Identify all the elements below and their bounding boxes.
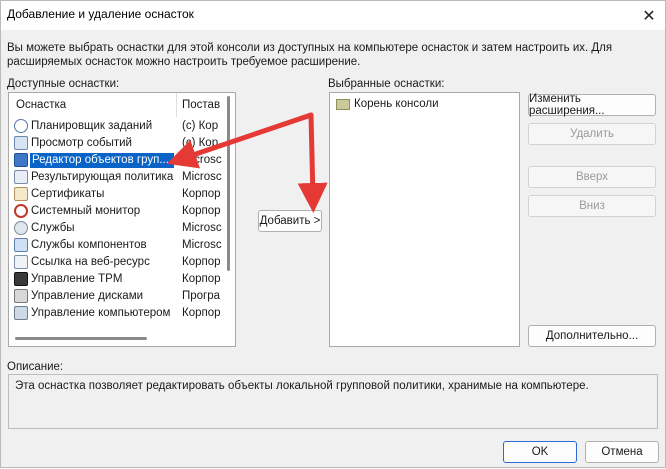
item-vendor: Корпор (182, 307, 221, 319)
item-name: Планировщик заданий (31, 120, 153, 132)
snapin-rows: Планировщик заданий (c) Кор Просмотр соб… (9, 118, 235, 322)
list-item[interactable]: Управление TPM Корпор (9, 271, 235, 288)
list-item[interactable]: Ссылка на веб-ресурс Корпор (9, 254, 235, 271)
move-down-button[interactable]: Вниз (528, 195, 656, 217)
certificate-icon (14, 187, 28, 201)
dialog-window: Добавление и удаление оснасток ✕ Вы може… (0, 0, 666, 468)
list-item[interactable]: Сертификаты Корпор (9, 186, 235, 203)
item-vendor: Microsc (182, 171, 222, 183)
list-item[interactable]: Планировщик заданий (c) Кор (9, 118, 235, 135)
list-vertical-scrollbar[interactable] (227, 96, 230, 271)
computer-icon (14, 306, 28, 320)
cancel-button[interactable]: Отмена (585, 441, 659, 463)
description-text: Эта оснастка позволяет редактировать объ… (15, 380, 589, 392)
description-label: Описание: (7, 361, 64, 373)
policy-editor-icon (14, 153, 28, 167)
item-name: Редактор объектов груп... (30, 153, 174, 168)
available-snapins-label: Доступные оснастки: (7, 78, 120, 90)
description-box: Эта оснастка позволяет редактировать объ… (8, 374, 658, 429)
item-name: Результирующая политика (31, 171, 174, 183)
list-item[interactable]: Управление дисками Програ (9, 288, 235, 305)
item-vendor: Microsc (182, 154, 222, 166)
item-vendor: (c) Кор (182, 137, 219, 149)
close-icon[interactable]: ✕ (633, 1, 665, 30)
components-icon (14, 238, 28, 252)
intro-text: Вы можете выбрать оснастки для этой конс… (7, 42, 613, 68)
services-icon (14, 221, 28, 235)
item-vendor: Microsc (182, 222, 222, 234)
selected-snapins-tree[interactable]: Корень консоли (329, 92, 520, 347)
item-name: Управление компьютером (31, 307, 171, 319)
clock-icon (14, 119, 28, 133)
list-item[interactable]: Системный монитор Корпор (9, 203, 235, 220)
folder-icon (336, 99, 350, 110)
list-item[interactable]: Просмотр событий (c) Кор (9, 135, 235, 152)
window-title: Добавление и удаление оснасток (7, 7, 194, 21)
list-item[interactable]: Службы Microsc (9, 220, 235, 237)
list-item[interactable]: Управление компьютером Корпор (9, 305, 235, 322)
item-name: Управление TPM (31, 273, 123, 285)
advanced-button[interactable]: Дополнительно... (528, 325, 656, 347)
list-item[interactable]: Службы компонентов Microsc (9, 237, 235, 254)
list-item-selected[interactable]: Редактор объектов груп... Microsc (9, 152, 235, 169)
remove-button[interactable]: Удалить (528, 123, 656, 145)
item-name: Службы (31, 222, 75, 234)
list-item[interactable]: Результирующая политика Microsc (9, 169, 235, 186)
event-viewer-icon (14, 136, 28, 150)
rsop-icon (14, 170, 28, 184)
disk-icon (14, 289, 28, 303)
selected-snapins-label: Выбранные оснастки: (328, 78, 445, 90)
column-header-snapin[interactable]: Оснастка (9, 93, 177, 117)
item-vendor: (c) Кор (182, 120, 219, 132)
item-name: Сертификаты (31, 188, 105, 200)
annotation-arrow-down (297, 112, 328, 213)
item-vendor: Microsc (182, 239, 222, 251)
move-up-button[interactable]: Вверх (528, 166, 656, 188)
list-horizontal-scrollbar[interactable] (15, 337, 147, 340)
item-vendor: Корпор (182, 273, 221, 285)
item-name: Просмотр событий (31, 137, 132, 149)
list-header: Оснастка Постав (9, 93, 235, 117)
item-vendor: Корпор (182, 205, 221, 217)
item-name: Системный монитор (31, 205, 141, 217)
add-button[interactable]: Добавить > (258, 210, 322, 232)
monitor-icon (14, 204, 28, 218)
item-vendor: Програ (182, 290, 221, 302)
item-name: Службы компонентов (31, 239, 147, 251)
edit-extensions-button[interactable]: Изменить расширения... (528, 93, 656, 117)
title-bar: Добавление и удаление оснасток ✕ (1, 1, 665, 30)
item-name: Ссылка на веб-ресурс (31, 256, 150, 268)
ok-button[interactable]: OK (503, 441, 577, 463)
tpm-icon (14, 272, 28, 286)
tree-item-root[interactable]: Корень консоли (336, 98, 516, 114)
item-vendor: Корпор (182, 188, 221, 200)
item-name: Управление дисками (31, 290, 144, 302)
tree-item-label: Корень консоли (354, 98, 439, 110)
item-vendor: Корпор (182, 256, 221, 268)
available-snapins-list[interactable]: Оснастка Постав Планировщик заданий (c) … (8, 92, 236, 347)
web-link-icon (14, 255, 28, 269)
